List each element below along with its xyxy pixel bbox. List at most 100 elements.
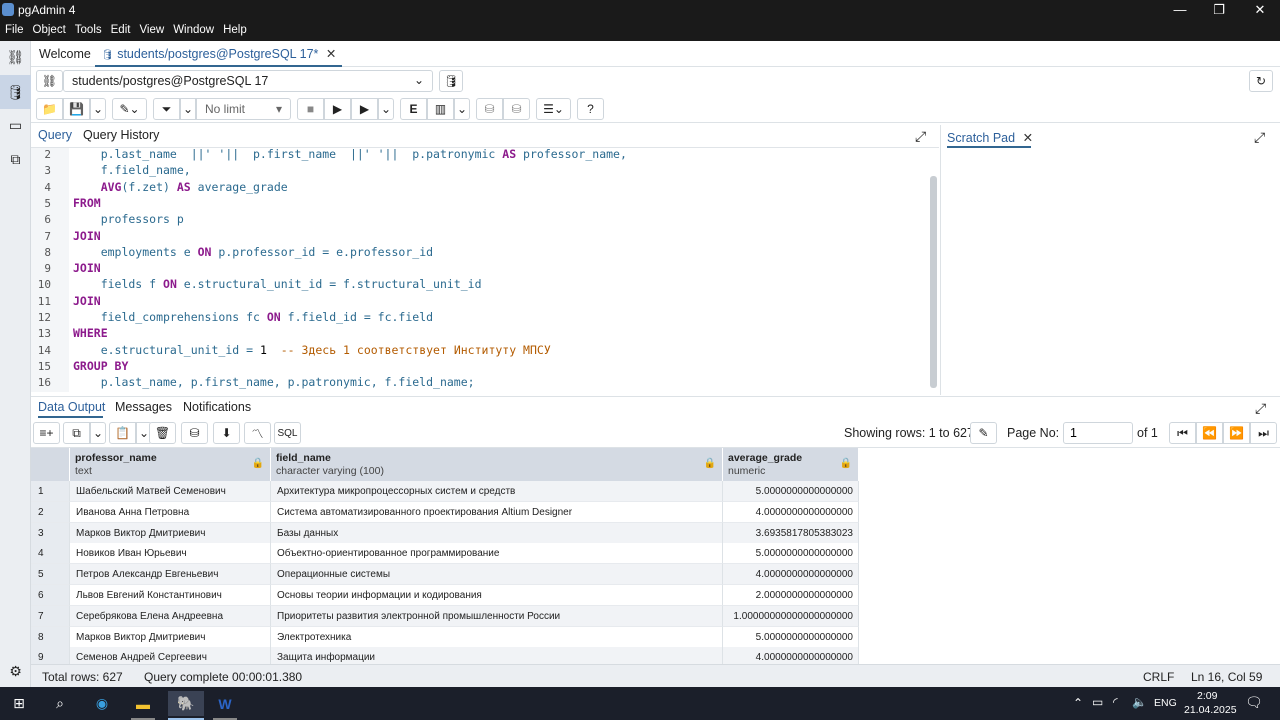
new-connection-database-icon[interactable]: 🛢 <box>439 70 463 92</box>
query-tool-database-icon[interactable]: 🛢 <box>0 75 31 109</box>
save-data-icon[interactable]: ⛁ <box>181 422 208 444</box>
menu-edit[interactable]: Edit <box>106 20 135 41</box>
file-explorer-folder-icon[interactable]: ▬ <box>128 691 158 716</box>
terminal-icon[interactable]: ▭ <box>5 115 26 136</box>
menu-file[interactable]: File <box>0 20 28 41</box>
code-line[interactable]: FROM <box>73 196 101 210</box>
add-row-icon[interactable]: ≡+ <box>33 422 60 444</box>
table-row[interactable]: 8 Марков Виктор Дмитриевич Электротехника 5… <box>31 626 859 648</box>
word-taskbar-icon[interactable]: W <box>210 691 240 716</box>
average-grade-cell[interactable]: 2.0000000000000000 <box>723 585 859 606</box>
commit-icon[interactable]: ⛁ <box>476 98 503 120</box>
expand-output-icon[interactable]: ⤢ <box>1255 400 1266 417</box>
maximize-button[interactable]: ❐ <box>1199 0 1239 20</box>
code-line[interactable]: professors p <box>73 212 184 226</box>
table-row[interactable]: 7 Серебрякова Елена Андреевна Приоритеты р… <box>31 605 859 627</box>
language-indicator[interactable]: ENG <box>1154 697 1177 709</box>
stop-icon[interactable]: ■ <box>297 98 324 120</box>
sql-editor[interactable]: 2 3 4 5 6 7 8 9 10 11 12 13 14 15 16 p.last_name ||' '… <box>31 147 939 392</box>
pgadmin-taskbar-icon[interactable]: 🐘 <box>168 691 204 716</box>
average-grade-cell[interactable]: 5.0000000000000000 <box>723 543 859 565</box>
tab-query-tool[interactable]: 🛢 students/postgres@PostgreSQL 17* ✕ <box>95 41 343 67</box>
download-icon[interactable]: ⬇ <box>213 422 240 444</box>
clock-date[interactable]: 21.04.2025 <box>1184 704 1237 716</box>
tab-query-history[interactable]: Query History <box>83 128 159 142</box>
expand-editor-icon[interactable]: ⤢ <box>915 128 926 145</box>
clock-time[interactable]: 2:09 <box>1197 690 1217 702</box>
windows-start-icon[interactable]: ⊞ <box>4 691 34 716</box>
table-row[interactable]: 3 Марков Виктор Дмитриевич Базы данных 3.69… <box>31 522 859 544</box>
table-row[interactable]: 1 Шабельский Матвей Семенович Архитектура … <box>31 481 859 502</box>
table-row[interactable]: 5 Петров Александр Евгеньевич Операционные… <box>31 564 859 586</box>
explain-icon[interactable]: E <box>400 98 427 120</box>
save-file-icon[interactable]: 💾 <box>63 98 90 120</box>
code-line[interactable]: JOIN <box>73 229 101 243</box>
field-name-cell[interactable]: Основы теории информации и кодирования <box>271 585 723 606</box>
code-line[interactable]: p.last_name ||' '|| p.first_name ||' '||… <box>73 148 627 161</box>
code-line[interactable]: field_comprehensions fc ON f.field_id = … <box>73 310 433 324</box>
column-header-average-grade[interactable]: average_grade numeric 🔒 <box>723 448 859 481</box>
code-line[interactable]: AVG(f.zet) AS average_grade <box>73 180 288 194</box>
first-page-icon[interactable]: ⏮ <box>1169 422 1196 444</box>
column-header-professor-name[interactable]: professor_name text 🔒 <box>70 448 271 481</box>
average-grade-cell[interactable]: 3.6935817805383023 <box>723 522 859 544</box>
menu-help[interactable]: Help <box>218 20 251 41</box>
schema-diff-icon[interactable]: ⧉ <box>5 149 26 170</box>
table-row[interactable]: 4 Новиков Иван Юрьевич Объектно-ориентиров… <box>31 543 859 565</box>
next-page-icon[interactable]: ⏩ <box>1223 422 1250 444</box>
field-name-cell[interactable]: Защита информации <box>271 647 723 664</box>
code-line[interactable]: p.last_name, p.first_name, p.patronymic,… <box>73 375 475 389</box>
close-window-button[interactable]: ✕ <box>1240 0 1280 20</box>
code-line[interactable]: JOIN <box>73 294 101 308</box>
row-limit-select[interactable]: No limit ▾ <box>196 98 291 120</box>
execute-play-icon[interactable]: ▶ <box>324 98 351 120</box>
field-name-cell[interactable]: Базы данных <box>271 522 723 544</box>
object-explorer-icon[interactable]: ⛓ <box>5 47 26 68</box>
scratch-pad-tab[interactable]: Scratch Pad ✕ <box>947 130 1033 145</box>
expand-scratch-icon[interactable]: ⤢ <box>1254 129 1265 146</box>
refresh-icon[interactable]: ↻ <box>1249 70 1273 92</box>
graph-visualiser-icon[interactable]: 〽 <box>244 422 271 444</box>
tab-messages[interactable]: Messages <box>115 400 172 414</box>
battery-icon[interactable]: ▭ <box>1092 695 1103 709</box>
macros-list-icon[interactable]: ☰⌄ <box>536 98 571 120</box>
search-icon[interactable]: ⌕ <box>45 691 75 716</box>
notifications-icon[interactable]: 🗨 <box>1245 694 1263 711</box>
code-line[interactable]: WHERE <box>73 326 108 340</box>
field-name-cell[interactable]: Система автоматизированного проектирован… <box>271 501 723 523</box>
average-grade-cell[interactable]: 4.0000000000000000 <box>723 647 859 664</box>
edit-pencil-dropdown-icon[interactable]: ✎⌄ <box>112 98 147 120</box>
filter-dropdown-chevron-icon[interactable]: ⌄ <box>180 98 196 120</box>
field-name-cell[interactable]: Электротехника <box>271 626 723 648</box>
copy-icon[interactable]: ⧉ <box>63 422 90 444</box>
field-name-cell[interactable]: Приоритеты развития электронной промышле… <box>271 605 723 627</box>
sql-button[interactable]: SQL <box>274 422 301 444</box>
field-name-cell[interactable]: Операционные системы <box>271 564 723 586</box>
volume-icon[interactable]: 🔈 <box>1132 695 1147 709</box>
table-row[interactable]: 2 Иванова Анна Петровна Система автоматизи… <box>31 501 859 523</box>
table-row[interactable]: 9 Семенов Андрей Сергеевич Защита информац… <box>31 647 859 664</box>
execute-options-icon[interactable]: ▶ <box>351 98 378 120</box>
professor-name-cell[interactable]: Иванова Анна Петровна <box>70 501 271 523</box>
table-row[interactable]: 6 Львов Евгений Константинович Основы теор… <box>31 585 859 606</box>
code-line[interactable]: employments e ON p.professor_id = e.prof… <box>73 245 433 259</box>
help-icon[interactable]: ? <box>577 98 604 120</box>
menu-object[interactable]: Object <box>28 20 70 41</box>
editor-scrollbar[interactable] <box>930 176 937 388</box>
tray-chevron-up-icon[interactable]: ⌃ <box>1073 696 1083 710</box>
professor-name-cell[interactable]: Львов Евгений Константинович <box>70 585 271 606</box>
average-grade-cell[interactable]: 5.0000000000000000 <box>723 481 859 502</box>
code-line[interactable]: fields f ON e.structural_unit_id = f.str… <box>73 277 482 291</box>
code-line[interactable]: f.field_name, <box>73 163 191 177</box>
professor-name-cell[interactable]: Марков Виктор Дмитриевич <box>70 626 271 648</box>
copy-dropdown-chevron-icon[interactable]: ⌄ <box>90 422 106 444</box>
code-line[interactable]: e.structural_unit_id = 1 -- Здесь 1 соот… <box>73 343 551 357</box>
scratch-pad-textarea[interactable] <box>945 151 1275 391</box>
edge-browser-icon[interactable]: ◉ <box>87 691 117 716</box>
professor-name-cell[interactable]: Петров Александр Евгеньевич <box>70 564 271 586</box>
tab-notifications[interactable]: Notifications <box>183 400 251 414</box>
connection-select[interactable]: students/postgres@PostgreSQL 17 ⌄ <box>63 70 433 92</box>
previous-page-icon[interactable]: ⏪ <box>1196 422 1223 444</box>
professor-name-cell[interactable]: Марков Виктор Дмитриевич <box>70 522 271 544</box>
tab-welcome[interactable]: Welcome <box>33 41 97 67</box>
